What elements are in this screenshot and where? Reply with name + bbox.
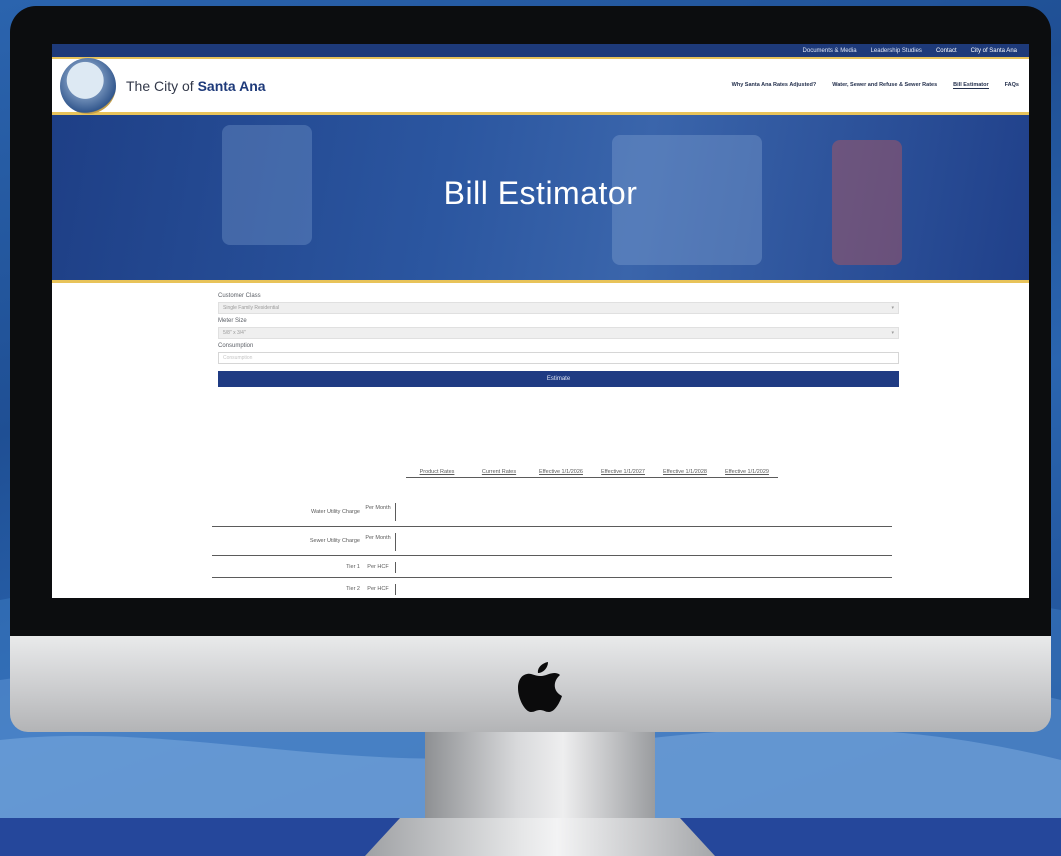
hero-banner: Bill Estimator [52,115,1029,283]
nav-item-faqs[interactable]: FAQs [1005,82,1019,89]
column-header: Product Rates [419,469,455,475]
column-header: Effective 1/1/2027 [601,469,645,475]
row-divider [395,584,396,595]
topbar-link-documents[interactable]: Documents & Media [803,48,857,54]
topbar-link-city[interactable]: City of Santa Ana [971,48,1017,54]
main-nav: Why Santa Ana Rates Adjusted? Water, Sew… [732,82,1029,89]
page-title: Bill Estimator [443,175,638,211]
meter-size-value: 5/8" x 3/4" [223,330,246,336]
column-header: Effective 1/1/2026 [539,469,583,475]
customer-class-value: Single Family Residential [223,305,280,311]
nav-item-why-rates[interactable]: Why Santa Ana Rates Adjusted? [732,82,817,89]
meter-size-label: Meter Size [218,318,247,324]
site-title-bold: Santa Ana [197,77,266,94]
apple-logo-icon [518,662,562,712]
row-divider [395,503,396,521]
consumption-placeholder: Consumption [223,355,253,361]
topbar-link-contact[interactable]: Contact [936,48,957,54]
row-divider [395,562,396,573]
column-header: Current Rates [481,469,517,475]
estimate-button[interactable]: Estimate [218,371,899,387]
row-name: Sewer Utility Charge [309,538,360,544]
website-screen: Documents & Media Leadership Studies Con… [52,44,1029,598]
customer-class-label: Customer Class [218,293,261,299]
table-row: Tier 1 Per HCF [212,556,892,578]
row-unit: Per Month [365,535,391,541]
chevron-down-icon: ▾ [891,305,894,311]
utility-nav: Documents & Media Leadership Studies Con… [52,44,1029,57]
table-row: Sewer Utility Charge Per Month [212,527,892,556]
meter-size-select[interactable]: 5/8" x 3/4" ▾ [218,327,899,339]
table-row: Water Utility Charge Per Month [212,497,892,527]
row-unit: Per HCF [367,564,389,570]
row-unit: Per HCF [367,586,389,592]
row-name: Water Utility Charge [310,509,360,515]
nav-item-bill-estimator[interactable]: Bill Estimator [953,82,989,89]
row-name: Tier 1 [346,564,360,570]
row-name: Tier 2 [346,586,360,592]
site-title-prefix: The City of [126,77,198,94]
consumption-input[interactable]: Consumption [218,352,899,364]
estimator-form: Customer Class Single Family Residential… [52,283,1029,387]
column-header: Effective 1/1/2028 [663,469,707,475]
column-header: Effective 1/1/2029 [725,469,769,475]
consumption-label: Consumption [218,343,254,349]
monitor-stand-neck [425,732,655,822]
topbar-link-leadership[interactable]: Leadership Studies [871,48,922,54]
chevron-down-icon: ▾ [891,330,894,336]
site-header: The City of Santa Ana Why Santa Ana Rate… [52,57,1029,115]
table-row: Tier 2 Per HCF [212,578,892,598]
nav-item-rates[interactable]: Water, Sewer and Refuse & Sewer Rates [832,82,937,89]
city-seal-icon[interactable] [60,57,116,114]
row-unit: Per Month [365,505,391,511]
customer-class-select[interactable]: Single Family Residential ▾ [218,302,899,314]
table-header: Product Rates Current Rates Effective 1/… [406,469,778,478]
site-title[interactable]: The City of Santa Ana [126,78,266,94]
monitor-stand-base [365,818,715,856]
row-divider [395,533,396,551]
